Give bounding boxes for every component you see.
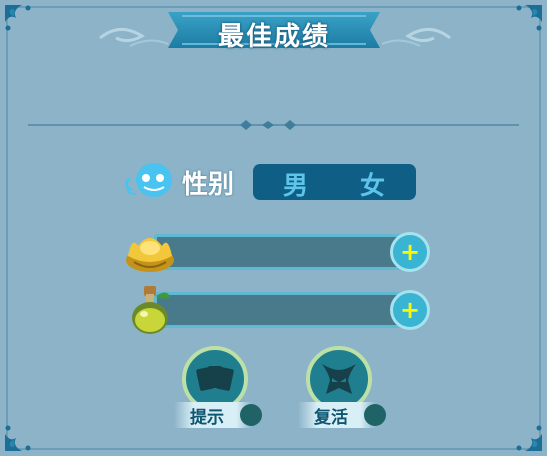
corner-ornament-icon bbox=[5, 5, 31, 31]
add-potion-button[interactable]: + bbox=[390, 290, 430, 330]
potion-resource-bar: + bbox=[132, 286, 430, 334]
gender-toggle: 男 女 bbox=[253, 164, 416, 200]
revive-status-dot bbox=[364, 404, 386, 426]
hint-button[interactable]: 提示 bbox=[174, 346, 280, 432]
add-gold-button[interactable]: + bbox=[390, 232, 430, 272]
gender-option-female[interactable]: 女 bbox=[360, 166, 385, 202]
plus-icon: + bbox=[399, 238, 421, 266]
gold-value-track bbox=[154, 234, 422, 270]
gender-label: 性别 bbox=[182, 170, 235, 200]
page-title: 最佳成绩 bbox=[217, 22, 330, 52]
hint-status-dot bbox=[240, 404, 262, 426]
gender-option-male[interactable]: 男 bbox=[283, 166, 308, 202]
potion-value-track bbox=[154, 292, 422, 328]
corner-ornament-icon bbox=[5, 425, 31, 451]
corner-ornament-icon bbox=[516, 425, 542, 451]
hint-label: 提示 bbox=[190, 408, 224, 428]
revive-label: 复活 bbox=[314, 408, 348, 428]
divider-ornament-icon bbox=[28, 120, 519, 130]
gold-ingot-icon bbox=[126, 238, 174, 272]
potion-flask-icon bbox=[132, 286, 170, 334]
corner-ornament-icon bbox=[516, 5, 542, 31]
cards-icon bbox=[196, 366, 234, 391]
helmet-icon bbox=[322, 364, 356, 394]
gold-resource-bar: + bbox=[126, 230, 430, 274]
gender-avatar-icon bbox=[125, 163, 172, 197]
plus-icon: + bbox=[399, 296, 421, 324]
revive-button[interactable]: 复活 bbox=[298, 346, 404, 432]
gender-selector: 性别 男 女 bbox=[116, 158, 426, 204]
title-banner: 最佳成绩 bbox=[168, 6, 380, 52]
